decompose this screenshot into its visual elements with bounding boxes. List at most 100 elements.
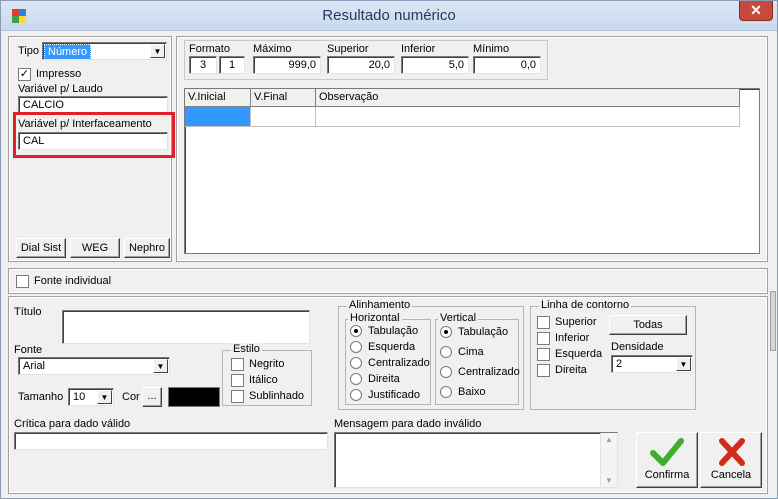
alinhamento-title: Alinhamento (347, 299, 413, 311)
tamanho-value: 10 (73, 391, 86, 403)
fonte-individual-label: Fonte individual (34, 275, 112, 287)
h-tabulacao-radio[interactable] (350, 325, 362, 337)
contorno-group: Linha de contorno Superior Inferior Esqu… (530, 299, 696, 410)
contorno-direita-checkbox[interactable] (537, 364, 550, 377)
inferior-input[interactable]: 5,0 (401, 56, 469, 74)
close-button[interactable]: ✕ (739, 1, 773, 21)
dialog-window: Resultado numérico ✕ Tipo Número ▼ ✓ Imp… (0, 0, 778, 499)
alinhamento-group: Alinhamento Horizontal Tabulação Esquerd… (338, 299, 524, 410)
contorno-superior-checkbox[interactable] (537, 316, 550, 329)
contorno-esquerda-checkbox[interactable] (537, 348, 550, 361)
grid-cell-selected[interactable] (185, 107, 251, 127)
h-justificado-radio[interactable] (350, 389, 362, 401)
range-grid[interactable]: V.Inicial V.Final Observação (184, 88, 760, 254)
bottom-panel: Título Fonte Arial ▼ Tamanho 10 ▼ Cor ..… (8, 296, 768, 494)
h-esquerda-label: Esquerda (368, 341, 416, 353)
color-swatch[interactable] (168, 387, 220, 407)
sublinhado-label: Sublinhado (249, 390, 305, 402)
contorno-inferior-checkbox[interactable] (537, 332, 550, 345)
densidade-value: 2 (616, 358, 623, 370)
titulo-label: Título (14, 306, 42, 318)
formato-b-input[interactable]: 1 (219, 56, 245, 74)
impresso-checkbox[interactable]: ✓ (18, 68, 31, 81)
contorno-title: Linha de contorno (539, 299, 632, 311)
h-centralizado-radio[interactable] (350, 357, 362, 369)
contorno-direita-label: Direita (555, 364, 587, 376)
col-v-inicial[interactable]: V.Inicial (185, 89, 251, 107)
todas-button[interactable]: Todas (609, 315, 687, 335)
fonte-select[interactable]: Arial ▼ (18, 357, 170, 375)
v-cima-label: Cima (458, 346, 484, 358)
critica-label: Crítica para dado válido (14, 418, 131, 430)
densidade-label: Densidade (611, 341, 664, 353)
check-icon (650, 438, 684, 466)
mensagem-scrollbar[interactable]: ▲ ▼ (600, 433, 617, 487)
vertical-title: Vertical (438, 312, 479, 324)
superior-input[interactable]: 20,0 (327, 56, 395, 74)
chevron-down-icon[interactable]: ▼ (676, 357, 691, 371)
confirma-button[interactable]: Confirma (636, 432, 698, 488)
grid-cell[interactable] (251, 107, 316, 127)
minimo-input[interactable]: 0,0 (473, 56, 541, 74)
nephro-button[interactable]: Nephro (124, 238, 170, 258)
h-centralizado-label: Centralizado (368, 357, 430, 369)
grid-cell[interactable] (316, 107, 740, 127)
h-tabulacao-label: Tabulação (368, 325, 419, 337)
tipo-label: Tipo (18, 45, 39, 57)
tamanho-select[interactable]: 10 ▼ (68, 388, 114, 406)
fonte-individual-checkbox[interactable] (16, 275, 29, 288)
v-baixo-radio[interactable] (440, 386, 452, 398)
superior-label: Superior (327, 43, 369, 55)
v-baixo-label: Baixo (458, 386, 486, 398)
v-tabulacao-label: Tabulação (458, 326, 509, 338)
format-group: Formato 3 1 Máximo 999,0 Superior 20,0 I… (184, 40, 548, 80)
fonte-individual-bar: Fonte individual (8, 268, 768, 294)
scroll-up-icon[interactable]: ▲ (601, 435, 617, 444)
window-title: Resultado numérico (322, 7, 456, 24)
title-bar: Resultado numérico ✕ (1, 1, 777, 31)
mensagem-input[interactable] (334, 432, 618, 488)
dial-sist-button[interactable]: Dial Sist (16, 238, 66, 258)
v-tabulacao-radio[interactable] (440, 326, 452, 338)
italico-checkbox[interactable] (231, 374, 244, 387)
v-cima-radio[interactable] (440, 346, 452, 358)
inferior-label: Inferior (401, 43, 436, 55)
cor-label: Cor (122, 391, 140, 403)
v-centralizado-radio[interactable] (440, 366, 452, 378)
fonte-label: Fonte (14, 344, 43, 356)
maximo-label: Máximo (253, 43, 292, 55)
contorno-esquerda-label: Esquerda (555, 348, 603, 360)
chevron-down-icon[interactable]: ▼ (97, 390, 112, 404)
titulo-input[interactable] (62, 310, 310, 344)
h-direita-radio[interactable] (350, 373, 362, 385)
col-observacao[interactable]: Observação (316, 89, 740, 107)
chevron-down-icon[interactable]: ▼ (150, 44, 165, 58)
tipo-selected-value: Número (44, 44, 92, 59)
minimo-label: Mínimo (473, 43, 510, 55)
cor-button[interactable]: ... (142, 387, 162, 407)
x-icon (719, 438, 745, 466)
cancela-button[interactable]: Cancela (700, 432, 762, 488)
weg-button[interactable]: WEG (70, 238, 120, 258)
window-scroll-edge (770, 291, 776, 351)
highlight-box (13, 112, 175, 158)
tipo-select[interactable]: Número ▼ (42, 42, 167, 60)
horizontal-group: Horizontal Tabulação Esquerda Centraliza… (345, 312, 431, 405)
sublinhado-checkbox[interactable] (231, 390, 244, 403)
h-justificado-label: Justificado (368, 389, 420, 401)
formato-label: Formato (189, 43, 230, 55)
col-v-final[interactable]: V.Final (251, 89, 316, 107)
estilo-group: Estilo Negrito Itálico Sublinhado (222, 343, 312, 406)
critica-input[interactable] (14, 432, 328, 450)
negrito-label: Negrito (249, 358, 285, 370)
formato-a-input[interactable]: 3 (189, 56, 217, 74)
tamanho-label: Tamanho (18, 391, 64, 403)
contorno-superior-label: Superior (555, 316, 597, 328)
maximo-input[interactable]: 999,0 (253, 56, 321, 74)
negrito-checkbox[interactable] (231, 358, 244, 371)
scroll-down-icon[interactable]: ▼ (601, 476, 617, 485)
chevron-down-icon[interactable]: ▼ (153, 359, 168, 373)
cancela-label: Cancela (710, 469, 752, 481)
h-esquerda-radio[interactable] (350, 341, 362, 353)
densidade-select[interactable]: 2 ▼ (611, 355, 693, 373)
